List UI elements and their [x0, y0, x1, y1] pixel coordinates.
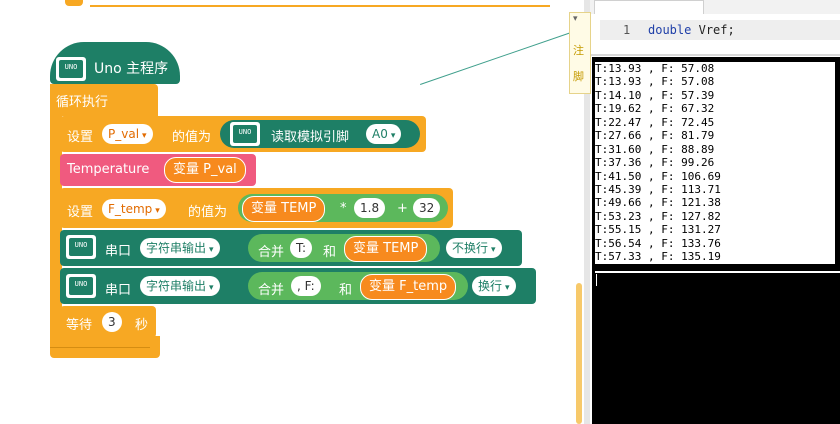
block-fragment-edge	[90, 5, 550, 7]
serial-label: 串口	[105, 244, 132, 259]
text-input-f[interactable]: , F:	[291, 276, 321, 296]
serial-line: T:13.93 , F: 57.08	[595, 62, 715, 75]
loop-label: 循环执行	[56, 95, 109, 110]
text-input-t[interactable]: T:	[290, 238, 313, 258]
uno-board-icon: UNO	[56, 57, 86, 81]
add-operator: +	[397, 201, 408, 216]
text-cursor	[596, 274, 597, 286]
serial-line: T:45.39 , F: 113.71	[595, 182, 721, 196]
variable-pval-reporter[interactable]: 变量 P_val	[164, 157, 246, 183]
variable-dropdown-pval[interactable]: P_val ▾	[102, 124, 153, 144]
tab-code[interactable]	[594, 0, 704, 15]
serial-line: T:55.15 , F: 131.27	[595, 223, 721, 237]
serial-input-line[interactable]	[595, 271, 840, 290]
newline-dropdown[interactable]: 不换行 ▾	[446, 238, 502, 258]
serial-line: T:19.62 , F: 67.32	[595, 102, 715, 116]
serial-label: 串口	[105, 283, 132, 298]
comment-text: 注	[573, 44, 584, 57]
temperature-label: Temperature	[67, 162, 150, 177]
factor-value-input[interactable]: 1.8	[354, 198, 386, 218]
offset-value-input[interactable]: 32	[413, 198, 441, 218]
collapse-caret-icon[interactable]: ▾	[573, 14, 578, 24]
panel-divider[interactable]	[590, 54, 840, 56]
variable-temp-reporter[interactable]: 变量 TEMP	[344, 236, 428, 262]
wait-label: 等待	[66, 318, 93, 333]
code-line-text: double Vref;	[648, 23, 735, 37]
join-label: 合并	[258, 283, 285, 298]
serial-output-log: T:13.93 , F: 57.08 T:13.93 , F: 57.08 T:14…	[595, 62, 835, 264]
serial-line: T:22.47 , F: 72.45	[595, 115, 715, 129]
wait-seconds-input[interactable]: 3	[102, 312, 122, 332]
serial-line: T:14.10 , F: 57.39	[595, 88, 715, 102]
set-label: 设置	[67, 205, 94, 220]
set-label: 设置	[67, 130, 94, 145]
serial-line: T:37.36 , F: 99.26	[595, 156, 715, 170]
pin-dropdown[interactable]: A0 ▾	[366, 124, 402, 144]
serial-line: T:56.54 , F: 133.76	[595, 236, 721, 250]
variable-dropdown-ftemp[interactable]: F_temp ▾	[102, 199, 166, 219]
assign-label: 的值为	[188, 205, 228, 220]
serial-mode-dropdown[interactable]: 字符串输出 ▾	[140, 276, 220, 296]
comment-text: 脚	[573, 70, 584, 83]
assign-label: 的值为	[172, 130, 212, 145]
line-number: 1	[623, 23, 631, 37]
loop-block-divider	[50, 347, 150, 348]
serial-mode-dropdown[interactable]: 字符串输出 ▾	[140, 238, 220, 258]
uno-board-icon: UNO	[66, 235, 96, 259]
uno-board-icon: UNO	[66, 274, 96, 298]
read-analog-label: 读取模拟引脚	[271, 130, 350, 145]
serial-line: T:13.93 , F: 57.08	[595, 75, 715, 89]
newline-dropdown[interactable]: 换行 ▾	[472, 276, 516, 296]
serial-line: T:53.23 , F: 127.82	[595, 209, 721, 223]
serial-line: T:41.50 , F: 106.69	[595, 169, 721, 183]
serial-line: T:49.66 , F: 121.38	[595, 196, 721, 210]
seconds-unit: 秒	[135, 318, 149, 333]
workspace-scrollbar[interactable]	[576, 283, 582, 424]
and-label: 和	[323, 245, 337, 260]
join-label: 合并	[258, 245, 285, 260]
block-fragment	[65, 0, 83, 6]
main-program-label: Uno 主程序	[94, 61, 169, 77]
variable-temp-reporter[interactable]: 变量 TEMP	[242, 196, 326, 222]
multiply-operator: *	[340, 201, 347, 216]
and-label: 和	[339, 283, 353, 298]
serial-line: T:57.33 , F: 135.19	[595, 250, 721, 264]
uno-board-icon: UNO	[230, 122, 260, 146]
serial-line: T:27.66 , F: 81.79	[595, 129, 715, 143]
serial-line: T:31.60 , F: 88.89	[595, 142, 715, 156]
variable-ftemp-reporter[interactable]: 变量 F_temp	[360, 274, 457, 300]
